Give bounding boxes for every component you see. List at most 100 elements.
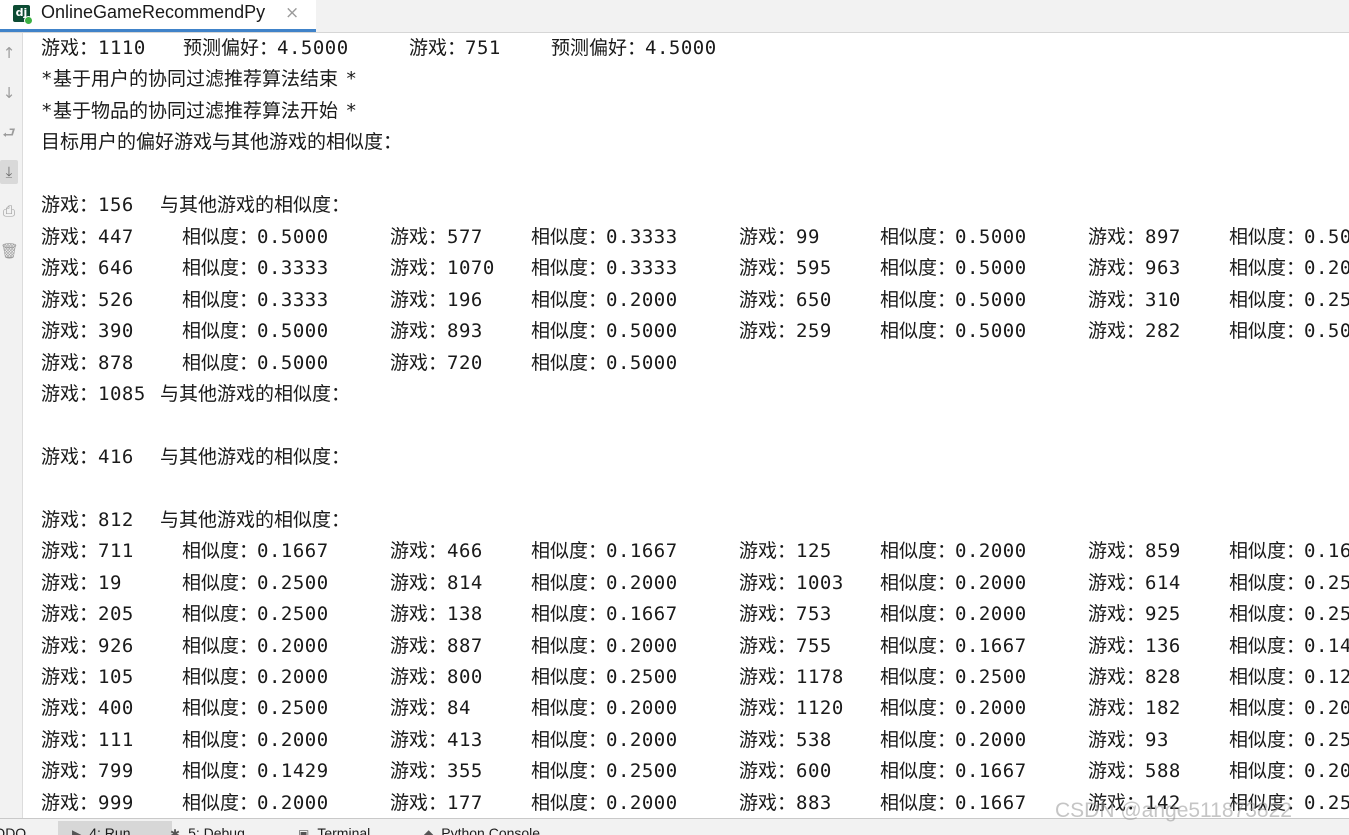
console-line: 游戏： 111 相似度： 0.2000 游戏： 413 相似度： 0.2000 游戏： 538 相似…: [23, 725, 1349, 756]
bottom-tab-python-console[interactable]: ◆ Python Console: [424, 825, 540, 835]
game-label: 游戏：: [41, 603, 99, 626]
similarity-label: 相似度：: [1229, 257, 1306, 280]
game-id: 84: [447, 697, 471, 720]
close-icon[interactable]: ×: [285, 3, 299, 23]
game-label: 游戏：: [739, 540, 797, 563]
similarity-label: 相似度：: [880, 634, 957, 657]
game-id: 1085: [98, 382, 146, 405]
similarity-value: 0.2000: [955, 728, 1027, 751]
game-id: 1120: [796, 697, 844, 720]
pref-value: 4.5000: [277, 37, 349, 59]
bottom-tab-label: 4: Run: [89, 825, 131, 835]
editor-tab-bar: dj OnlineGameRecommendPy ×: [0, 0, 1349, 33]
game-label: 游戏：: [739, 603, 797, 626]
pref-value: 4.5000: [645, 37, 717, 59]
game-label: 游戏：: [41, 540, 99, 563]
game-label: 游戏：: [41, 760, 99, 783]
console-text: 目标用户的偏好游戏与其他游戏的相似度：: [41, 131, 403, 154]
game-label: 游戏：: [1088, 320, 1146, 343]
console-line: 游戏： 812 与其他游戏的相似度：: [23, 505, 1349, 536]
similarity-value: 0.1667: [257, 540, 329, 563]
bottom-tab-label: 5: Debug: [188, 825, 245, 835]
console-line: 游戏： 105 相似度： 0.2000 游戏： 800 相似度： 0.2500 游戏： 1178 相…: [23, 662, 1349, 693]
game-label: 游戏：: [390, 666, 448, 688]
game-label: 游戏：: [41, 634, 99, 657]
similarity-header: 与其他游戏的相似度：: [160, 508, 351, 531]
game-id: 182: [1145, 697, 1181, 720]
soft-wrap-icon[interactable]: ⮐: [0, 121, 18, 145]
scroll-up-icon[interactable]: ↑: [0, 41, 18, 65]
game-label: 游戏：: [1088, 697, 1146, 720]
game-label: 游戏：: [1088, 728, 1146, 751]
similarity-label: 相似度：: [880, 666, 957, 688]
game-label: 游戏：: [1088, 603, 1146, 626]
game-id: 859: [1145, 540, 1181, 563]
similarity-value: 0.5000: [257, 320, 329, 343]
similarity-label: 相似度：: [531, 225, 608, 248]
game-label: 游戏：: [390, 634, 448, 657]
bottom-tab-todo[interactable]: TODO: [0, 825, 26, 835]
scroll-to-end-icon[interactable]: ⤓: [0, 160, 18, 184]
similarity-label: 相似度：: [1229, 697, 1306, 720]
bottom-tab-label: Python Console: [441, 825, 541, 835]
game-id: 400: [98, 697, 134, 720]
tab-online-game-recommend[interactable]: dj OnlineGameRecommendPy ×: [0, 0, 316, 32]
console-text: *: [345, 99, 358, 122]
game-label: 游戏：: [390, 791, 448, 814]
console-line: 游戏： 799 相似度： 0.1429 游戏： 355 相似度： 0.2500 游戏： 600 相似…: [23, 756, 1349, 787]
similarity-value: 0.5000: [606, 351, 678, 374]
similarity-value: 0.2500: [1304, 571, 1349, 594]
game-id: 196: [447, 288, 483, 311]
game-id: 447: [98, 225, 134, 248]
game-label: 游戏：: [390, 257, 448, 280]
similarity-label: 相似度：: [880, 320, 957, 343]
console-text: 基于物品的协同过滤推荐算法开始: [53, 99, 339, 122]
game-id: 577: [447, 225, 483, 248]
game-label: 游戏：: [41, 666, 99, 688]
game-id: 355: [447, 760, 483, 783]
game-label: 游戏：: [739, 320, 797, 343]
console-text: 基于用户的协同过滤推荐算法结束: [53, 68, 339, 91]
bottom-tab-terminal[interactable]: ▣ Terminal: [298, 825, 370, 835]
similarity-value: 0.5000: [606, 320, 678, 343]
similarity-label: 相似度：: [531, 540, 608, 563]
similarity-header: 与其他游戏的相似度：: [160, 382, 351, 405]
game-label: 游戏：: [41, 508, 99, 531]
similarity-value: 0.1667: [955, 634, 1027, 657]
bottom-tab-run[interactable]: ▶ 4: Run: [58, 821, 172, 835]
game-id: 753: [796, 603, 832, 626]
similarity-value: 0.2500: [955, 666, 1027, 688]
console-line: 游戏： 926 相似度： 0.2000 游戏： 887 相似度： 0.2000 游戏： 755 相似…: [23, 631, 1349, 662]
console-line: 游戏： 999 相似度： 0.2000 游戏： 177 相似度： 0.2000 游戏： 883 相似…: [23, 788, 1349, 818]
similarity-value: 0.2000: [955, 571, 1027, 594]
game-label: 游戏：: [739, 288, 797, 311]
game-id: 878: [98, 351, 134, 374]
console-line: 游戏： 646 相似度： 0.3333 游戏： 1070 相似度： 0.3333 游戏： 595 相…: [23, 253, 1349, 284]
console-toolbar: ↑ ↓ ⮐ ⤓ ⎙ 🗑: [0, 33, 23, 818]
similarity-value: 0.5000: [955, 225, 1027, 248]
similarity-value: 0.2500: [1304, 791, 1349, 814]
similarity-value: 0.2500: [257, 603, 329, 626]
game-label: 游戏：: [1088, 571, 1146, 594]
game-label: 游戏：: [1088, 666, 1146, 688]
game-id: 828: [1145, 666, 1181, 688]
game-id: 646: [98, 257, 134, 280]
scroll-down-icon[interactable]: ↓: [0, 81, 18, 105]
print-icon[interactable]: ⎙: [0, 199, 18, 223]
game-id: 177: [447, 791, 483, 814]
similarity-value: 0.5000: [1304, 225, 1349, 248]
game-label: 游戏：: [739, 728, 797, 751]
bottom-tab-debug[interactable]: ✱ 5: Debug: [170, 825, 245, 835]
game-id: 883: [796, 791, 832, 814]
similarity-value: 0.3333: [606, 225, 678, 248]
similarity-label: 相似度：: [182, 351, 259, 374]
game-id: 99: [796, 225, 820, 248]
console-line: 游戏： 390 相似度： 0.5000 游戏： 893 相似度： 0.5000 游戏： 259 相似…: [23, 316, 1349, 347]
trash-icon[interactable]: 🗑: [0, 239, 19, 263]
similarity-label: 相似度：: [182, 634, 259, 657]
run-console-output[interactable]: 游戏： 1110 预测偏好： 4.5000 游戏： 751 预测偏好： 4.5000 * 基于用户…: [23, 33, 1349, 818]
terminal-icon: ▣: [298, 827, 310, 835]
similarity-label: 相似度：: [182, 288, 259, 311]
console-line: 游戏： 711 相似度： 0.1667 游戏： 466 相似度： 0.1667 游戏： 125 相似…: [23, 536, 1349, 567]
similarity-value: 0.5000: [955, 257, 1027, 280]
